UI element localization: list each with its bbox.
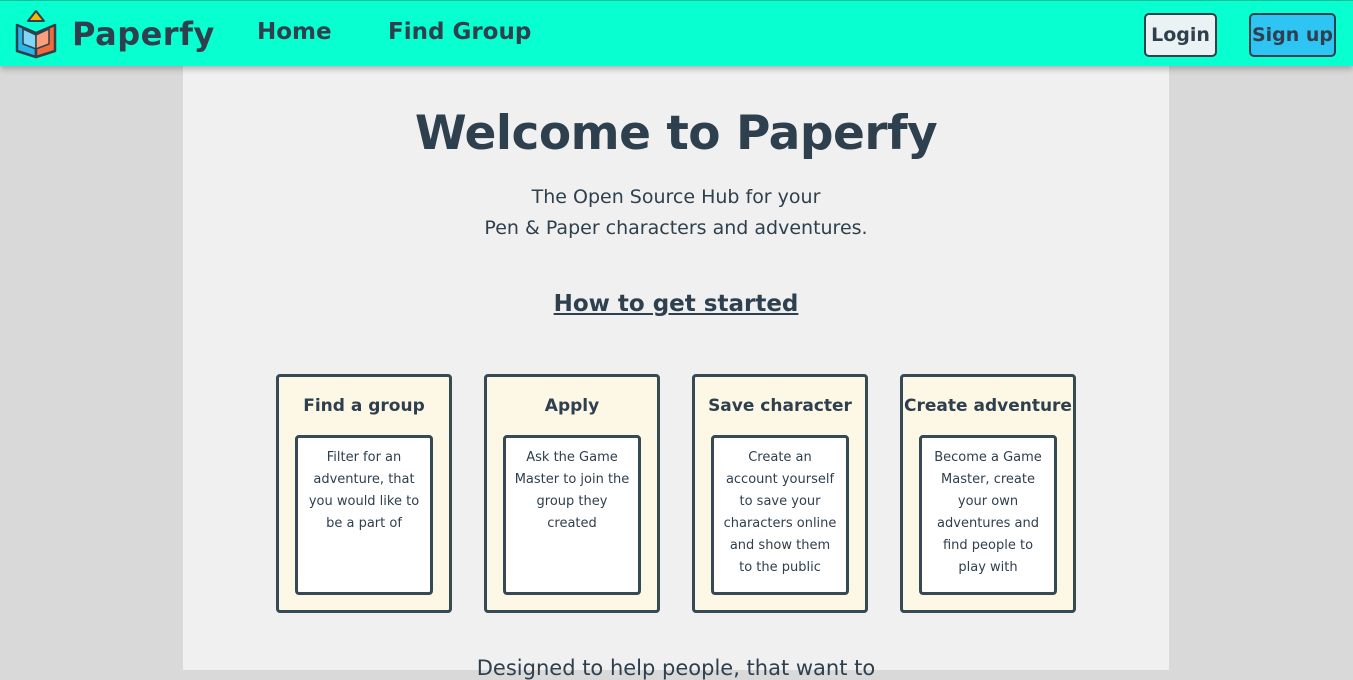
card-title: Apply	[544, 396, 600, 416]
card-create-adventure: Create adventure Become a Game Master, c…	[900, 374, 1076, 613]
brand[interactable]: Paperfy	[14, 9, 215, 59]
nav-home-link[interactable]: Home	[257, 19, 332, 45]
card-text: Filter for an adventure, that you would …	[295, 435, 433, 595]
card-save-character: Save character Create an account yoursel…	[692, 374, 868, 613]
card-title: Create adventure	[904, 396, 1072, 416]
subtitle-line-2: Pen & Paper characters and adventures.	[484, 217, 868, 239]
card-title: Save character	[708, 396, 852, 416]
card-text: Ask the Game Master to join the group th…	[503, 435, 641, 595]
designed-text: Designed to help people, that want to	[476, 656, 876, 680]
card-apply: Apply Ask the Game Master to join the gr…	[484, 374, 660, 613]
card-text: Create an account yourself to save your …	[711, 435, 849, 595]
subtitle-line-1: The Open Source Hub for your	[531, 186, 821, 208]
page-title: Welcome to Paperfy	[414, 106, 938, 161]
main-content: Welcome to Paperfy The Open Source Hub f…	[183, 66, 1169, 680]
signup-button[interactable]: Sign up	[1249, 13, 1336, 57]
card-find-group: Find a group Filter for an adventure, th…	[276, 374, 452, 613]
nav-find-group-link[interactable]: Find Group	[388, 19, 531, 45]
card-text: Become a Game Master, create your own ad…	[919, 435, 1057, 595]
navbar: Paperfy Home Find Group Login Sign up	[0, 0, 1353, 66]
how-to-get-started-link[interactable]: How to get started	[183, 291, 1169, 317]
card-title: Find a group	[303, 396, 425, 416]
login-button[interactable]: Login	[1144, 13, 1217, 57]
paperfy-logo-icon	[15, 10, 57, 59]
subtitle: The Open Source Hub for your Pen & Paper…	[183, 182, 1169, 244]
brand-name: Paperfy	[72, 15, 215, 53]
